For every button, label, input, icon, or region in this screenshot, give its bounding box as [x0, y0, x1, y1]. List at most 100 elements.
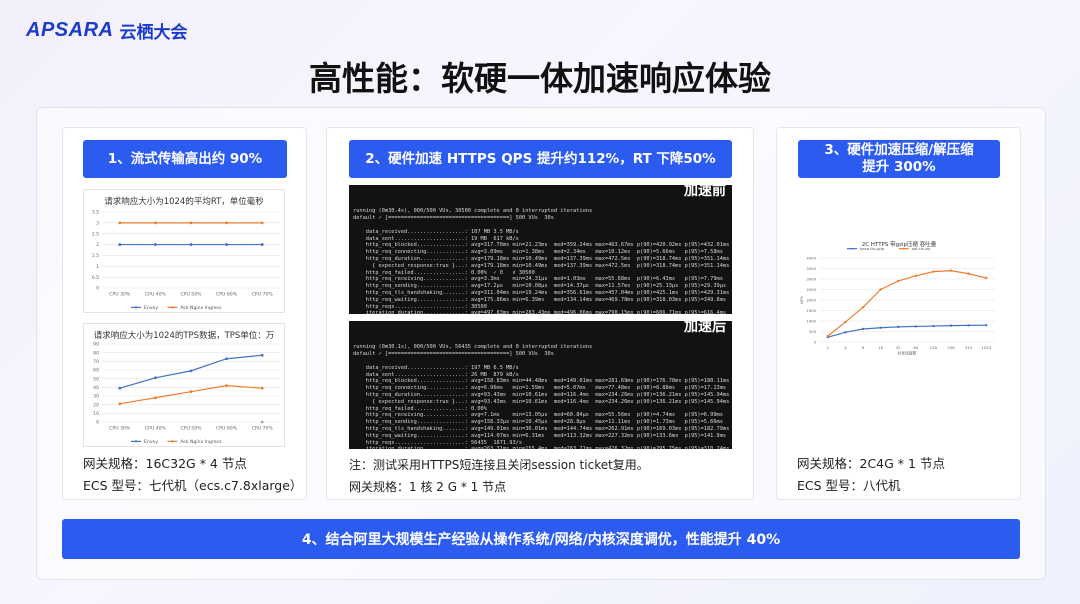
card-compression-spec-ecs: ECS 型号：八代机: [797, 478, 901, 493]
terminal-after-line: http_req_sending...............: avg=158…: [353, 419, 723, 426]
data-point: [118, 386, 122, 390]
x-tick-label: CPU 60%: [216, 292, 238, 298]
x-tick-label: CPU 50%: [180, 426, 202, 432]
card-compression-badge: 3、硬件加速压缩/解压缩 提升 300%: [798, 140, 1000, 178]
terminal-after-label: 加速后: [684, 321, 726, 335]
x-tick-label: 1: [827, 345, 830, 350]
data-point: [189, 221, 193, 225]
terminal-after-line: { expected_response:true }...: avg=93.43…: [353, 398, 730, 405]
terminal-before-line: http_req_receiving.............: avg=3.3…: [353, 276, 723, 283]
terminal-after-line: http_req_receiving.............: avg=7.1…: [353, 412, 723, 419]
terminal-before-line: http_req_failed................: 0.00% ✓…: [353, 269, 535, 276]
card-https-badge: 2、硬件加速 HTTPS QPS 提升约112%，RT 下降50%: [349, 140, 732, 178]
bottom-banner: 4、结合阿里大规模生产经验从操作系统/网络/内核深度调优，性能提升 40%: [62, 519, 1020, 559]
data-point: [879, 326, 882, 329]
data-point: [189, 390, 193, 394]
card-streaming: 1、流式传输高出约 90% 请求响应大小为1024的平均RT，单位毫秒 0 0.5…: [62, 127, 307, 500]
y-tick-label: 60: [93, 368, 99, 374]
data-point: [879, 288, 882, 291]
data-point: [189, 243, 193, 246]
y-tick-label: 3500: [806, 266, 816, 271]
x-tick-label: CPU 30%: [109, 292, 131, 298]
data-point: [154, 376, 157, 380]
data-point: [154, 243, 157, 246]
card-compression-spec-gateway: 网关规格：2C4G * 1 节点: [797, 456, 945, 471]
data-point: [914, 325, 917, 328]
terminal-before-line: iteration_duration.............: avg=497…: [353, 310, 727, 314]
y-tick-label: 50: [93, 376, 99, 382]
gzip-chart-svg: 0 500 1000 1500 2000 2500 3000 3500 4000 1 4 8 16 32 6…: [799, 246, 995, 356]
y-tick-label: 1: [96, 264, 99, 270]
y-tick-label: 2.5: [92, 231, 99, 237]
series-line: [119, 384, 263, 405]
logo-text-en: APSARA: [26, 19, 114, 41]
data-point: [154, 396, 157, 400]
data-point: [225, 384, 229, 387]
data-point: [861, 327, 865, 331]
data-point: [897, 325, 900, 329]
terminal-after-line: iteration_duration.............: avg=263…: [353, 446, 730, 449]
legend-marker: [851, 247, 853, 250]
terminal-before-line: data_sent......................: 19 MB 6…: [353, 235, 519, 242]
data-point: [225, 243, 229, 246]
legend-marker: [171, 440, 174, 443]
card-compression-badge-line2: 提升 300%: [862, 159, 936, 175]
terminal-before-line: http_reqs......................: 30500: [353, 303, 487, 310]
data-point: [985, 324, 988, 327]
terminal-before-line: http_req_waiting...............: avg=175…: [353, 296, 727, 303]
card-streaming-spec-ecs: ECS 型号：七代机（ecs.c7.8xlarge）: [83, 478, 303, 493]
x-tick-label: 32: [896, 345, 901, 350]
terminal-before-line: http_req_duration..............: avg=179…: [353, 255, 730, 262]
y-tick-label: 3000: [806, 276, 816, 281]
series-line: [827, 324, 987, 338]
data-point: [844, 320, 847, 324]
terminal-before-line: http_req_sending...............: avg=17.…: [353, 283, 727, 290]
data-point: [260, 221, 264, 225]
terminal-after-line: data_sent......................: 26 MB 8…: [353, 371, 519, 378]
rt-chart: 请求响应大小为1024的平均RT，单位毫秒 0 0.5 1 1.5 2 2.5 3 3.5 CP…: [83, 189, 285, 313]
terminal-before-line: running (0m30.4s), 000/500 VUs, 30500 co…: [353, 208, 593, 215]
card-streaming-spec-gateway: 网关规格：16C32G * 4 节点: [83, 456, 247, 471]
data-point: [826, 334, 829, 338]
terminal-after-line: http_reqs......................: 56435 1…: [353, 439, 523, 446]
card-https: 2、硬件加速 HTTPS QPS 提升约112%，RT 下降50% 加速前 ru…: [326, 127, 754, 500]
data-point: [260, 386, 264, 390]
terminal-after: 加速后 running (0m30.1s), 000/500 VUs, 5643…: [349, 321, 732, 449]
card-streaming-badge: 1、流式传输高出约 90%: [83, 140, 287, 178]
y-tick-label: 3.5: [92, 210, 99, 216]
terminal-before-line: { expected_response:true }...: avg=179.1…: [353, 262, 730, 269]
terminal-after-line: data_received..................: 197 MB …: [353, 364, 519, 371]
terminal-after-line: http_req_tls_handshaking.......: avg=149…: [353, 425, 730, 432]
data-point: [914, 274, 917, 278]
data-point: [260, 353, 264, 357]
data-point: [225, 221, 229, 225]
tps-chart: 请求响应大小为1024的TPS数据，TPS单位：万 0 10 20 30 40 50 60 7…: [83, 323, 285, 447]
legend-marker: [134, 306, 138, 309]
data-point: [118, 402, 122, 406]
apsara-logo: APSARA 云栖大会: [26, 18, 187, 43]
legend-marker: [171, 306, 174, 309]
data-point: [985, 276, 988, 280]
x-tick-label: CPU 40%: [145, 292, 167, 298]
y-tick-label: 2000: [806, 297, 816, 302]
data-point: [118, 221, 122, 225]
legend-label: qat-tls-zip: [912, 246, 932, 251]
x-tick-label: CPU 40%: [145, 426, 167, 432]
terminal-before-line: default ✓ [=============================…: [353, 215, 554, 222]
y-tick-label: 2500: [806, 287, 816, 292]
y-tick-label: 0: [96, 286, 99, 292]
terminal-before-line: [353, 222, 728, 229]
data-point: [967, 272, 970, 275]
x-axis-label: 并发连接数: [898, 351, 917, 356]
legend-label: base-tls-gzip: [860, 246, 885, 251]
data-point: [861, 306, 865, 309]
gzip-chart: 2C HTTPS 带gzip压缩 吞吐量 0 500 1000 1500 2000 250…: [797, 234, 1001, 364]
data-point: [897, 279, 900, 283]
card-compression-badge-line1: 3、硬件加速压缩/解压缩: [824, 142, 974, 159]
legend-label: Envoy: [144, 439, 158, 445]
x-tick-label: CPU 70%: [252, 292, 274, 298]
x-tick-label: 256: [947, 345, 955, 350]
rt-chart-svg: 0 0.5 1 1.5 2 2.5 3 3.5 CPU 30% CPU 40% CPU 50% CPU…: [92, 210, 280, 311]
x-tick-label: CPU 60%: [216, 426, 238, 432]
y-tick-label: 80: [93, 350, 99, 356]
